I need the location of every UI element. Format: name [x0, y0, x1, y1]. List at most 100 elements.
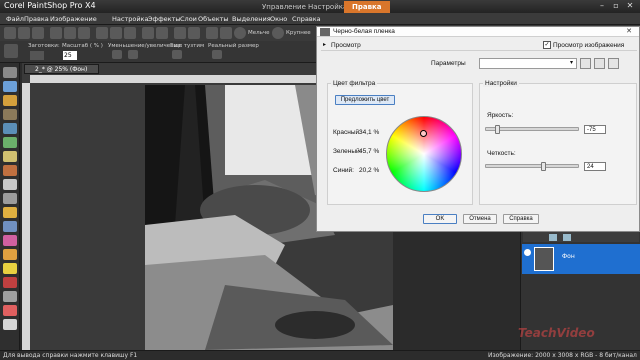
save-preset-icon[interactable]: [580, 58, 591, 69]
makeover-tool-icon[interactable]: [3, 151, 17, 162]
title-bar: Corel PaintShop Pro X4 Управление Настро…: [0, 0, 640, 13]
paint-brush-icon[interactable]: [3, 207, 17, 218]
menu-bar: Файл Правка Изображение Настройка Эффект…: [0, 13, 640, 25]
menu-help[interactable]: Справка: [292, 14, 321, 24]
maximize-icon[interactable]: ▫: [610, 1, 622, 11]
menu-adjust[interactable]: Настройка: [112, 14, 148, 24]
clone-brush-icon[interactable]: [3, 165, 17, 176]
menu-window[interactable]: Окно: [270, 14, 287, 24]
actual-size-label: Реальный размер: [208, 43, 259, 49]
brightness-slider-thumb[interactable]: [494, 125, 500, 134]
pan-tool-icon[interactable]: [3, 67, 17, 78]
dodge-tool-icon[interactable]: [3, 179, 17, 190]
layer-tool-icon-2[interactable]: [563, 234, 571, 241]
layer-thumbnail: [534, 247, 554, 271]
params-dropdown[interactable]: [479, 58, 577, 69]
dialog-close-icon[interactable]: ✕: [623, 28, 635, 36]
sharpness-input[interactable]: 24: [584, 162, 606, 171]
actual-size-icon[interactable]: [212, 50, 222, 59]
menu-objects[interactable]: Объекты: [198, 14, 229, 24]
help-button[interactable]: Справка: [503, 214, 539, 224]
minimize-icon[interactable]: –: [596, 1, 608, 11]
redo-icon[interactable]: [78, 27, 90, 39]
layer-tool-icon[interactable]: [549, 234, 557, 241]
selection-tool-icon[interactable]: [3, 81, 17, 92]
pan-tool-icon[interactable]: [4, 44, 18, 58]
brightness-input[interactable]: -75: [584, 125, 606, 134]
settings-group: [479, 83, 637, 205]
print-icon[interactable]: [50, 27, 62, 39]
new-file-icon[interactable]: [4, 27, 16, 39]
smudge-tool-icon[interactable]: [3, 193, 17, 204]
menu-file[interactable]: Файл: [6, 14, 24, 24]
presets-dropdown[interactable]: [30, 51, 44, 60]
image-size-icon[interactable]: [174, 27, 186, 39]
preset-options-icon[interactable]: [594, 58, 605, 69]
zoom-in-label[interactable]: Крупнее: [286, 30, 311, 36]
open-file-icon[interactable]: [18, 27, 30, 39]
paste-icon[interactable]: [124, 27, 136, 39]
cut-icon[interactable]: [96, 27, 108, 39]
text-tool-icon[interactable]: [3, 263, 17, 274]
undo-icon[interactable]: [64, 27, 76, 39]
red-value: 34,1 %: [359, 129, 380, 136]
menu-image[interactable]: Изображение: [50, 14, 97, 24]
close-icon[interactable]: ✕: [624, 1, 636, 11]
status-hint: Для вывода справки нажмите клавишу F1: [3, 352, 138, 359]
menu-edit[interactable]: Правка: [24, 14, 49, 24]
color-wheel-marker[interactable]: [420, 130, 427, 137]
zoom-step-up-icon[interactable]: [128, 50, 138, 59]
preview-label[interactable]: Просмотр: [331, 42, 361, 49]
copy-icon[interactable]: [110, 27, 122, 39]
status-image-info: Изображение: 2000 x 3008 x RGB - 8 бит/к…: [488, 352, 637, 359]
zoom-input[interactable]: 25: [63, 51, 77, 60]
menu-layers[interactable]: Слои: [180, 14, 197, 24]
preview-image-label[interactable]: Просмотр изображения: [553, 42, 624, 49]
document-tab[interactable]: 2_* @ 25% (Фон): [24, 64, 99, 74]
canvas-size-icon[interactable]: [188, 27, 200, 39]
fit-icon[interactable]: [172, 50, 182, 59]
zoom-in-icon[interactable]: [272, 27, 284, 39]
red-label: Красный:: [333, 129, 361, 136]
menu-selections[interactable]: Выделения: [232, 14, 271, 24]
color-wheel[interactable]: [386, 116, 462, 192]
ok-button[interactable]: OK: [423, 214, 457, 224]
status-bar: Для вывода справки нажмите клавишу F1 Из…: [0, 350, 640, 360]
menu-effects[interactable]: Эффекты: [148, 14, 181, 24]
zoom-out-icon[interactable]: [234, 27, 246, 39]
effects-icon[interactable]: [220, 27, 232, 39]
flood-fill-icon[interactable]: [3, 249, 17, 260]
zoom-step-down-icon[interactable]: [112, 50, 122, 59]
tab-edit[interactable]: Правка: [344, 1, 390, 13]
eye-icon[interactable]: [524, 249, 531, 256]
mesh-warp-icon[interactable]: [3, 319, 17, 330]
eraser-tool-icon[interactable]: [3, 221, 17, 232]
warp-brush-icon[interactable]: [3, 305, 17, 316]
layer-row-background[interactable]: Фон: [522, 244, 640, 274]
sharpness-slider-thumb[interactable]: [541, 162, 547, 171]
settings-title: Настройки: [483, 80, 519, 87]
sharpness-label: Четкость:: [487, 150, 516, 157]
sharpness-slider[interactable]: [485, 164, 579, 168]
suggest-color-button[interactable]: Предложить цвет: [335, 95, 395, 105]
straighten-tool-icon[interactable]: [3, 123, 17, 134]
adjust-icon[interactable]: [206, 27, 218, 39]
crop-icon[interactable]: [142, 27, 154, 39]
preview-expand-icon[interactable]: ▸: [323, 41, 326, 48]
pen-tool-icon[interactable]: [3, 291, 17, 302]
cancel-button[interactable]: Отмена: [463, 214, 497, 224]
crop-tool-icon[interactable]: [3, 109, 17, 120]
rotate-icon[interactable]: [156, 27, 168, 39]
save-icon[interactable]: [32, 27, 44, 39]
red-eye-tool-icon[interactable]: [3, 137, 17, 148]
pick-tool-icon[interactable]: [3, 95, 17, 106]
preset-shape-icon[interactable]: [3, 277, 17, 288]
zoom-out-label[interactable]: Мельче: [248, 30, 270, 36]
layer-name[interactable]: Фон: [562, 253, 575, 260]
reset-icon[interactable]: [608, 58, 619, 69]
dialog-title: Черно-белая пленка: [317, 27, 639, 37]
chevron-down-icon[interactable]: ▾: [567, 59, 576, 68]
picture-tube-icon[interactable]: [3, 235, 17, 246]
preview-image-checkbox[interactable]: ✓: [543, 41, 551, 49]
green-value: 45,7 %: [359, 148, 380, 155]
